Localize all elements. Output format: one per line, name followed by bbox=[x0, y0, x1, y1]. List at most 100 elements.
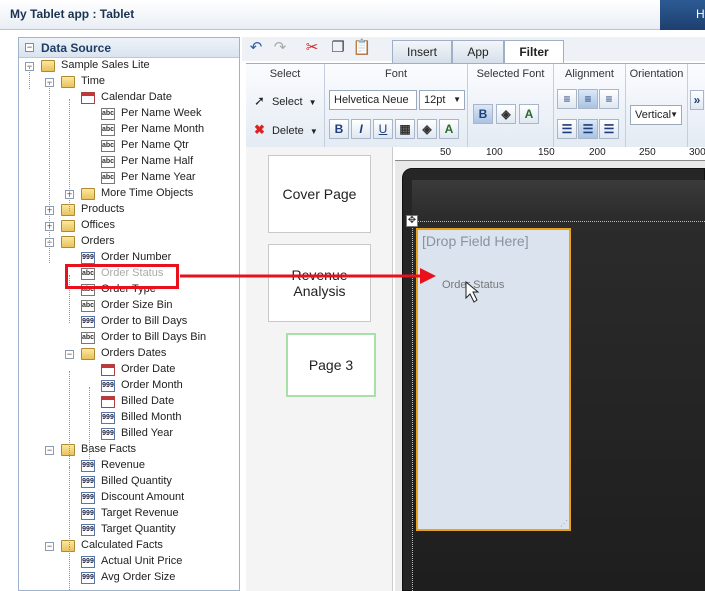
undo-icon[interactable]: ↶ bbox=[246, 39, 266, 57]
tree-item-time-folder[interactable]: − Time bbox=[19, 75, 239, 91]
font-size-value: 12pt bbox=[424, 94, 446, 106]
tree-item-billed-date[interactable]: Billed Date bbox=[19, 395, 239, 411]
delete-button-label: Delete bbox=[271, 125, 304, 137]
window-title: My Tablet app : Tablet bbox=[10, 7, 135, 21]
tree-item-order-to-bill-days[interactable]: 999 Order to Bill Days bbox=[19, 315, 239, 331]
tree-item-actual-unit-price[interactable]: 999 Actual Unit Price bbox=[19, 555, 239, 571]
drop-zone[interactable]: [Drop Field Here] Order Status ⋰ bbox=[416, 228, 571, 531]
tree-item-billed-quantity[interactable]: 999 Billed Quantity bbox=[19, 475, 239, 491]
select-group: Select ➚ Select ▼ ✖ Delete ▼ bbox=[246, 64, 325, 148]
page-thumb-page3[interactable]: Page 3 bbox=[286, 333, 376, 397]
tree-item-billed-year[interactable]: 999 Billed Year bbox=[19, 427, 239, 443]
selected-fill-icon[interactable]: ◈ bbox=[496, 104, 516, 124]
page-thumb-cover[interactable]: Cover Page bbox=[268, 155, 371, 233]
overflow-group: » bbox=[688, 64, 705, 148]
folder-icon bbox=[61, 204, 75, 216]
tree-item-per-name-year[interactable]: abc Per Name Year bbox=[19, 171, 239, 187]
tab-insert[interactable]: Insert bbox=[392, 40, 452, 63]
tree-item-label: Target Revenue bbox=[101, 507, 179, 519]
tree-item-products-folder[interactable]: + Products bbox=[19, 203, 239, 219]
orientation-value: Vertical bbox=[635, 109, 672, 121]
tab-app[interactable]: App bbox=[452, 40, 504, 63]
font-size-select[interactable]: 12pt ▼ bbox=[419, 90, 465, 110]
tree-item-sample-sales-lite[interactable]: − Sample Sales Lite bbox=[19, 59, 239, 75]
ruler-label: 100 bbox=[486, 147, 503, 158]
collapse-icon[interactable]: − bbox=[45, 542, 54, 551]
font-name-select[interactable]: Helvetica Neue bbox=[329, 90, 417, 110]
align-bottom-icon[interactable]: ≡ bbox=[599, 89, 619, 109]
tree-item-label: Avg Order Size bbox=[101, 571, 176, 583]
collapse-icon[interactable]: − bbox=[45, 446, 54, 455]
calendar-icon bbox=[101, 396, 115, 408]
tree-item-base-facts[interactable]: − Base Facts bbox=[19, 443, 239, 459]
select-button[interactable]: ➚ Select ▼ bbox=[254, 91, 317, 111]
tree-item-orders-dates[interactable]: − Orders Dates bbox=[19, 347, 239, 363]
tree-item-label: Per Name Week bbox=[121, 107, 202, 119]
tree-item-label: Time bbox=[81, 75, 106, 87]
tree-item-target-revenue[interactable]: 999 Target Revenue bbox=[19, 507, 239, 523]
alignment-group: Alignment ≡ ≡ ≡ ☰ ☰ ☰ bbox=[554, 64, 626, 148]
cut-icon[interactable]: ✂ bbox=[302, 39, 322, 57]
fill-color-icon[interactable]: ◈ bbox=[417, 119, 437, 139]
tree-item-discount-amount[interactable]: 999 Discount Amount bbox=[19, 491, 239, 507]
border-icon[interactable]: ▦ bbox=[395, 119, 415, 139]
tree-item-more-time-objects[interactable]: + More Time Objects bbox=[19, 187, 239, 203]
selected-bold-button[interactable]: B bbox=[473, 104, 493, 124]
tree-item-avg-order-size[interactable]: 999 Avg Order Size bbox=[19, 571, 239, 587]
font-color-icon[interactable]: A bbox=[439, 119, 459, 139]
redo-icon[interactable]: ↷ bbox=[270, 39, 290, 57]
align-right-icon[interactable]: ☰ bbox=[599, 119, 619, 139]
align-top-icon[interactable]: ≡ bbox=[557, 89, 577, 109]
orientation-select[interactable]: Vertical ▼ bbox=[630, 105, 682, 125]
move-handle-icon[interactable]: ✥ bbox=[406, 215, 418, 227]
paste-icon[interactable]: 📋 bbox=[352, 39, 372, 57]
resize-grip-icon[interactable]: ⋰ bbox=[560, 519, 568, 528]
page-thumb-revenue[interactable]: Revenue Analysis bbox=[268, 244, 371, 322]
tree-connector bbox=[69, 467, 70, 547]
delete-button[interactable]: ✖ Delete ▼ bbox=[254, 120, 318, 140]
tree-item-label: Per Name Year bbox=[121, 171, 196, 183]
ruler-label: 300 bbox=[689, 147, 705, 158]
tree-item-order-to-bill-days-bin[interactable]: abc Order to Bill Days Bin bbox=[19, 331, 239, 347]
tree-item-per-name-month[interactable]: abc Per Name Month bbox=[19, 123, 239, 139]
chevron-down-icon: ▼ bbox=[670, 110, 678, 119]
folder-icon bbox=[61, 236, 75, 248]
italic-button[interactable]: I bbox=[351, 119, 371, 139]
tree-item-per-name-week[interactable]: abc Per Name Week bbox=[19, 107, 239, 123]
tree-item-billed-month[interactable]: 999 Billed Month bbox=[19, 411, 239, 427]
collapse-toggle-icon[interactable]: − bbox=[25, 43, 34, 52]
tree-item-target-quantity[interactable]: 999 Target Quantity bbox=[19, 523, 239, 539]
tree-item-label: Order Date bbox=[121, 363, 176, 375]
tree-item-per-name-half[interactable]: abc Per Name Half bbox=[19, 155, 239, 171]
tree-item-label: Billed Quantity bbox=[101, 475, 172, 487]
tree-item-orders-folder[interactable]: − Orders bbox=[19, 235, 239, 251]
tree-item-label: Per Name Qtr bbox=[121, 139, 189, 151]
tree-item-order-month[interactable]: 999 Order Month bbox=[19, 379, 239, 395]
tree-item-order-size-bin[interactable]: abc Order Size Bin bbox=[19, 299, 239, 315]
copy-icon[interactable]: ❐ bbox=[328, 39, 348, 57]
tree-item-per-name-qtr[interactable]: abc Per Name Qtr bbox=[19, 139, 239, 155]
collapse-icon[interactable]: − bbox=[65, 350, 74, 359]
tree-item-calendar-date[interactable]: Calendar Date bbox=[19, 91, 239, 107]
tab-filter[interactable]: Filter bbox=[504, 40, 564, 64]
selected-font-group: Selected Font B ◈ A bbox=[468, 64, 554, 148]
folder-icon bbox=[81, 188, 95, 200]
chevron-down-icon: ▼ bbox=[453, 95, 461, 104]
bold-button[interactable]: B bbox=[329, 119, 349, 139]
numeric-column-icon: 999 bbox=[81, 316, 95, 328]
ruler: 50 100 150 200 250 300 bbox=[395, 147, 705, 161]
overflow-icon[interactable]: » bbox=[690, 90, 704, 110]
data-source-header[interactable]: − Data Source bbox=[19, 38, 239, 58]
align-center-icon[interactable]: ☰ bbox=[578, 119, 598, 139]
align-middle-icon[interactable]: ≡ bbox=[578, 89, 598, 109]
tree-item-label: More Time Objects bbox=[101, 187, 194, 199]
tree-item-offices-folder[interactable]: + Offices bbox=[19, 219, 239, 235]
tree-item-order-date[interactable]: Order Date bbox=[19, 363, 239, 379]
font-name-value: Helvetica Neue bbox=[334, 94, 409, 106]
tree-item-revenue[interactable]: 999 Revenue bbox=[19, 459, 239, 475]
align-left-icon[interactable]: ☰ bbox=[557, 119, 577, 139]
tree-item-calculated-facts[interactable]: − Calculated Facts bbox=[19, 539, 239, 555]
tree-item-label: Actual Unit Price bbox=[101, 555, 183, 567]
selected-font-color-icon[interactable]: A bbox=[519, 104, 539, 124]
underline-button[interactable]: U bbox=[373, 119, 393, 139]
